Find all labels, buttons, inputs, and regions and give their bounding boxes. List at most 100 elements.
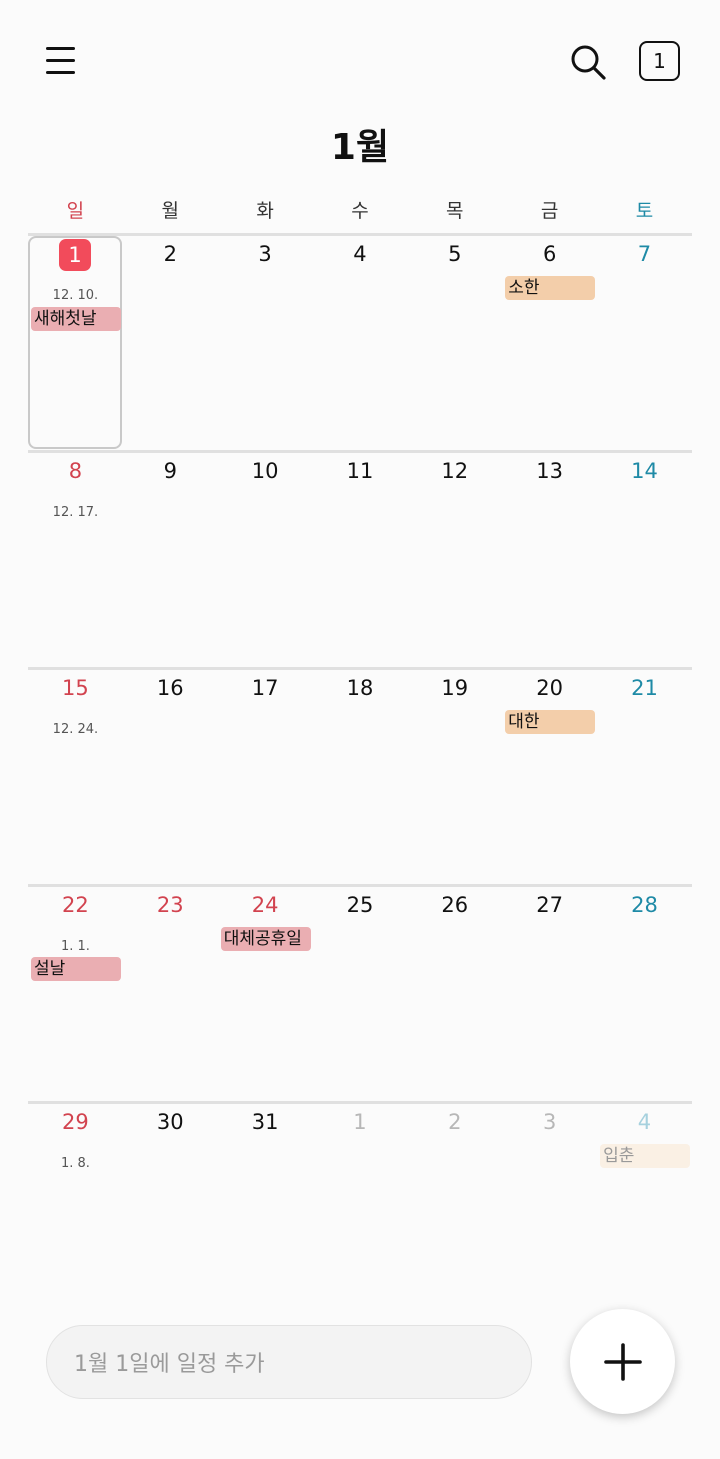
day-cell[interactable]: 11 — [313, 453, 408, 667]
day-number: 17 — [251, 676, 279, 700]
day-cell[interactable]: 2 — [123, 236, 218, 450]
day-cell[interactable]: 26 — [407, 887, 502, 1101]
day-cell[interactable]: 9 — [123, 453, 218, 667]
day-number: 19 — [441, 676, 469, 700]
day-number: 1 — [353, 1110, 367, 1134]
day-cell[interactable]: 4 입춘 — [597, 1104, 692, 1318]
lunar-date: 12. 24. — [52, 722, 99, 737]
search-icon[interactable] — [566, 40, 610, 84]
day-number: 2 — [163, 242, 177, 266]
day-cell[interactable]: 18 — [313, 670, 408, 884]
day-number: 5 — [448, 242, 462, 266]
day-cell[interactable]: 13 — [502, 453, 597, 667]
month-grid: 1 12. 10. 새해첫날 2 3 4 5 6 소한 7 8 12. 17. 9 10 11 12 13 14 1… — [28, 233, 692, 1318]
day-number: 12 — [441, 459, 469, 483]
day-cell[interactable]: 1 12. 10. 새해첫날 — [28, 236, 123, 450]
day-cell[interactable]: 3 — [502, 1104, 597, 1318]
day-number: 27 — [536, 893, 563, 917]
day-cell[interactable]: 6 소한 — [502, 236, 597, 450]
day-cell[interactable]: 19 — [407, 670, 502, 884]
day-number: 6 — [542, 242, 557, 266]
day-cell[interactable]: 31 — [218, 1104, 313, 1318]
weekday-label: 토 — [635, 200, 654, 222]
weekday-label: 수 — [351, 200, 369, 222]
day-number: 4 — [353, 242, 367, 266]
day-number: 25 — [346, 893, 374, 917]
weekday-label: 화 — [256, 200, 274, 222]
day-cell[interactable]: 8 12. 17. — [28, 453, 123, 667]
day-cell[interactable]: 29 1. 8. — [28, 1104, 123, 1318]
day-cell[interactable]: 17 — [218, 670, 313, 884]
day-number: 26 — [441, 893, 469, 917]
weekday-header: 일 월 화 수 목 금 토 — [28, 196, 692, 226]
day-cell[interactable]: 27 — [502, 887, 597, 1101]
top-bar: 1 — [0, 0, 720, 120]
weekday-label: 목 — [446, 200, 464, 222]
weekday-label: 금 — [540, 200, 559, 222]
day-cell[interactable]: 23 — [123, 887, 218, 1101]
day-cell[interactable]: 25 — [313, 887, 408, 1101]
day-cell[interactable]: 24 대체공휴일 — [218, 887, 313, 1101]
event-chip[interactable]: 입춘 — [600, 1144, 691, 1168]
day-cell[interactable]: 22 1. 1. 설날 — [28, 887, 123, 1101]
today-badge: 1 — [59, 239, 91, 271]
day-cell[interactable]: 5 — [407, 236, 502, 450]
day-number: 18 — [346, 676, 374, 700]
day-number: 21 — [631, 676, 658, 700]
event-chip[interactable]: 새해첫날 — [31, 307, 121, 331]
day-number: 16 — [156, 676, 184, 700]
lunar-date: 1. 1. — [60, 939, 90, 954]
hamburger-icon[interactable] — [36, 40, 84, 84]
day-number: 13 — [536, 459, 563, 483]
add-event-input[interactable]: 1월 1일에 일정 추가 — [46, 1325, 532, 1399]
day-cell[interactable]: 21 — [597, 670, 692, 884]
month-title[interactable]: 1월 — [0, 118, 720, 170]
week-row: 29 1. 8. 30 31 1 2 3 4 입춘 — [28, 1101, 692, 1318]
day-cell[interactable]: 30 — [123, 1104, 218, 1318]
event-chip[interactable]: 설날 — [31, 957, 121, 981]
day-number: 4 — [637, 1110, 652, 1134]
today-button[interactable]: 1 — [639, 41, 680, 81]
week-row: 15 12. 24. 16 17 18 19 20 대한 21 — [28, 667, 692, 884]
event-chip[interactable]: 소한 — [505, 276, 596, 300]
day-number: 29 — [62, 1110, 89, 1134]
lunar-date: 12. 10. — [52, 288, 99, 303]
day-cell[interactable]: 4 — [313, 236, 408, 450]
week-row: 8 12. 17. 9 10 11 12 13 14 — [28, 450, 692, 667]
day-cell[interactable]: 20 대한 — [502, 670, 597, 884]
day-number: 23 — [156, 893, 184, 917]
day-number: 3 — [258, 242, 272, 266]
day-number: 28 — [631, 893, 658, 917]
add-event-button[interactable] — [570, 1309, 675, 1414]
day-number: 9 — [163, 459, 177, 483]
plus-icon — [603, 1342, 642, 1381]
day-cell[interactable]: 3 — [218, 236, 313, 450]
day-cell[interactable]: 15 12. 24. — [28, 670, 123, 884]
day-number: 3 — [542, 1110, 557, 1134]
day-number: 2 — [448, 1110, 462, 1134]
day-cell[interactable]: 14 — [597, 453, 692, 667]
day-number: 24 — [251, 893, 279, 917]
event-chip[interactable]: 대한 — [505, 710, 596, 734]
day-cell[interactable]: 1 — [313, 1104, 408, 1318]
weekday-label: 월 — [161, 200, 179, 222]
day-cell[interactable]: 12 — [407, 453, 502, 667]
day-number: 20 — [536, 676, 563, 700]
day-number: 7 — [637, 242, 652, 266]
day-number: 30 — [156, 1110, 184, 1134]
week-row: 1 12. 10. 새해첫날 2 3 4 5 6 소한 7 — [28, 233, 692, 450]
day-cell[interactable]: 10 — [218, 453, 313, 667]
week-row: 22 1. 1. 설날 23 24 대체공휴일 25 26 27 28 — [28, 884, 692, 1101]
day-cell[interactable]: 28 — [597, 887, 692, 1101]
day-cell[interactable]: 2 — [407, 1104, 502, 1318]
lunar-date: 12. 17. — [52, 505, 99, 520]
day-number: 15 — [62, 676, 89, 700]
day-cell[interactable]: 16 — [123, 670, 218, 884]
lunar-date: 1. 8. — [60, 1156, 90, 1171]
day-cell[interactable]: 7 — [597, 236, 692, 450]
day-number: 8 — [68, 459, 83, 483]
weekday-label: 일 — [66, 200, 85, 222]
day-number: 22 — [62, 893, 89, 917]
day-number: 11 — [346, 459, 374, 483]
event-chip[interactable]: 대체공휴일 — [220, 927, 311, 951]
